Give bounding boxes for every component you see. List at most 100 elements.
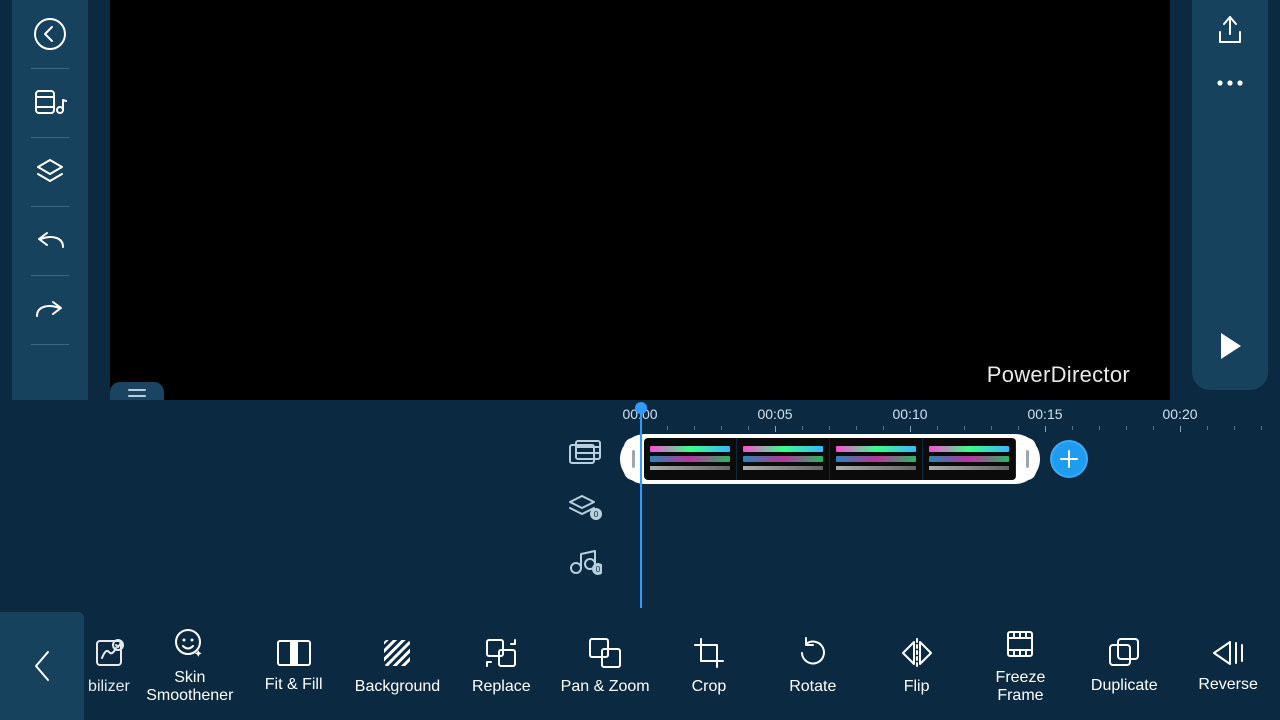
tool-label: Fit & Fill xyxy=(265,676,323,694)
rotate-icon xyxy=(796,636,830,670)
tool-label: Background xyxy=(355,678,440,696)
ruler-tick xyxy=(667,426,668,430)
tool-label: Rotate xyxy=(789,678,836,696)
ruler-tick xyxy=(829,426,830,430)
layers-button[interactable] xyxy=(30,152,70,192)
redo-icon xyxy=(33,298,67,322)
track-icons: 0 0 xyxy=(560,440,610,581)
video-track-button[interactable] xyxy=(568,440,602,471)
ruler-tick xyxy=(1126,426,1127,430)
ruler-tick xyxy=(1180,426,1181,432)
ruler-label: 00:10 xyxy=(892,406,927,422)
bottom-toolbar: bilizer Skin Smoothener Fit & Fill Backgrou… xyxy=(0,612,1280,720)
divider xyxy=(31,206,69,207)
tool-freeze[interactable]: Freeze Frame xyxy=(969,612,1073,720)
overlay-track-button[interactable]: 0 xyxy=(568,493,602,526)
play-icon xyxy=(1215,329,1245,363)
ruler-label: 00:20 xyxy=(1162,406,1197,422)
playhead[interactable] xyxy=(640,404,642,608)
ruler-tick xyxy=(991,426,992,430)
video-track-icon xyxy=(568,440,602,466)
add-clip-button[interactable] xyxy=(1050,440,1088,478)
undo-button[interactable] xyxy=(30,221,70,261)
menu-icon xyxy=(127,387,147,399)
ruler-tick xyxy=(1153,426,1154,430)
divider xyxy=(31,68,69,69)
undo-icon xyxy=(33,229,67,253)
ruler-tick xyxy=(694,426,695,430)
export-button[interactable] xyxy=(1215,14,1245,53)
ruler-tick xyxy=(964,426,965,430)
ruler-tick xyxy=(856,426,857,430)
tool-replace[interactable]: Replace xyxy=(449,612,553,720)
plus-icon xyxy=(1059,449,1079,469)
layers-icon xyxy=(34,156,66,188)
ruler-tick xyxy=(883,426,884,430)
media-library-icon xyxy=(33,88,67,118)
video-clip[interactable] xyxy=(620,434,1040,484)
watermark: PowerDirector xyxy=(987,362,1130,388)
tool-label: Skin Smoothener xyxy=(146,669,233,704)
toolbar-back-button[interactable] xyxy=(0,612,84,720)
audio-track-icon: 0 xyxy=(568,548,602,576)
clip-thumbnails xyxy=(644,438,1016,480)
media-library-button[interactable] xyxy=(30,83,70,123)
tool-label: Reverse xyxy=(1198,676,1258,694)
background-icon xyxy=(380,636,414,670)
redo-button[interactable] xyxy=(30,290,70,330)
ruler-tick xyxy=(910,426,911,432)
reverse-icon xyxy=(1210,638,1246,668)
sidebar-right xyxy=(1192,0,1268,390)
tool-panzoom[interactable]: Pan & Zoom xyxy=(553,612,657,720)
tool-label: Flip xyxy=(904,678,930,696)
divider xyxy=(31,275,69,276)
timeline[interactable]: 00:0000:0500:1000:1500:20 0 0 xyxy=(0,400,1280,612)
tool-skin[interactable]: Skin Smoothener xyxy=(138,612,242,720)
ruler-tick xyxy=(1261,426,1262,430)
play-button[interactable] xyxy=(1215,329,1245,368)
tool-duplicate[interactable]: Duplicate xyxy=(1072,612,1176,720)
tool-stabilizer[interactable]: bilizer xyxy=(88,612,138,720)
panzoom-icon xyxy=(587,636,623,670)
chevron-left-circle-icon xyxy=(33,17,67,51)
ruler-tick xyxy=(775,426,776,432)
divider xyxy=(31,137,69,138)
ruler-tick xyxy=(1018,426,1019,430)
more-icon xyxy=(1215,78,1245,88)
freeze-icon xyxy=(1003,627,1037,661)
ruler-tick xyxy=(721,426,722,430)
preview-area[interactable]: PowerDirector xyxy=(110,0,1170,400)
audio-track-button[interactable]: 0 xyxy=(568,548,602,581)
tool-label: bilizer xyxy=(88,678,130,696)
tool-background[interactable]: Background xyxy=(346,612,450,720)
tool-fitfill[interactable]: Fit & Fill xyxy=(242,612,346,720)
ruler-tick xyxy=(802,426,803,430)
ruler-tick xyxy=(937,426,938,430)
more-button[interactable] xyxy=(1215,75,1245,93)
tool-flip[interactable]: Flip xyxy=(865,612,969,720)
tool-label: Freeze Frame xyxy=(996,669,1046,704)
ruler-tick xyxy=(1207,426,1208,430)
tool-label: Crop xyxy=(692,678,727,696)
tool-label: Replace xyxy=(472,678,531,696)
tool-crop[interactable]: Crop xyxy=(657,612,761,720)
ruler-tick xyxy=(1099,426,1100,430)
divider xyxy=(31,344,69,345)
ruler-tick xyxy=(1045,426,1046,432)
tool-strip[interactable]: bilizer Skin Smoothener Fit & Fill Backgrou… xyxy=(88,612,1280,720)
stabilizer-icon xyxy=(92,636,126,670)
clip-handle-right[interactable] xyxy=(1018,438,1036,480)
ruler-label: 00:05 xyxy=(757,406,792,422)
ruler-tick xyxy=(1234,426,1235,430)
overlay-track-icon: 0 xyxy=(568,493,602,521)
duplicate-icon xyxy=(1106,637,1142,669)
svg-text:0: 0 xyxy=(596,565,601,574)
ruler-label: 00:15 xyxy=(1027,406,1062,422)
tool-rotate[interactable]: Rotate xyxy=(761,612,865,720)
tool-reverse[interactable]: Reverse xyxy=(1176,612,1280,720)
export-icon xyxy=(1215,14,1245,48)
replace-icon xyxy=(483,636,519,670)
svg-text:0: 0 xyxy=(594,510,599,519)
fitfill-icon xyxy=(275,638,313,668)
back-button[interactable] xyxy=(30,14,70,54)
